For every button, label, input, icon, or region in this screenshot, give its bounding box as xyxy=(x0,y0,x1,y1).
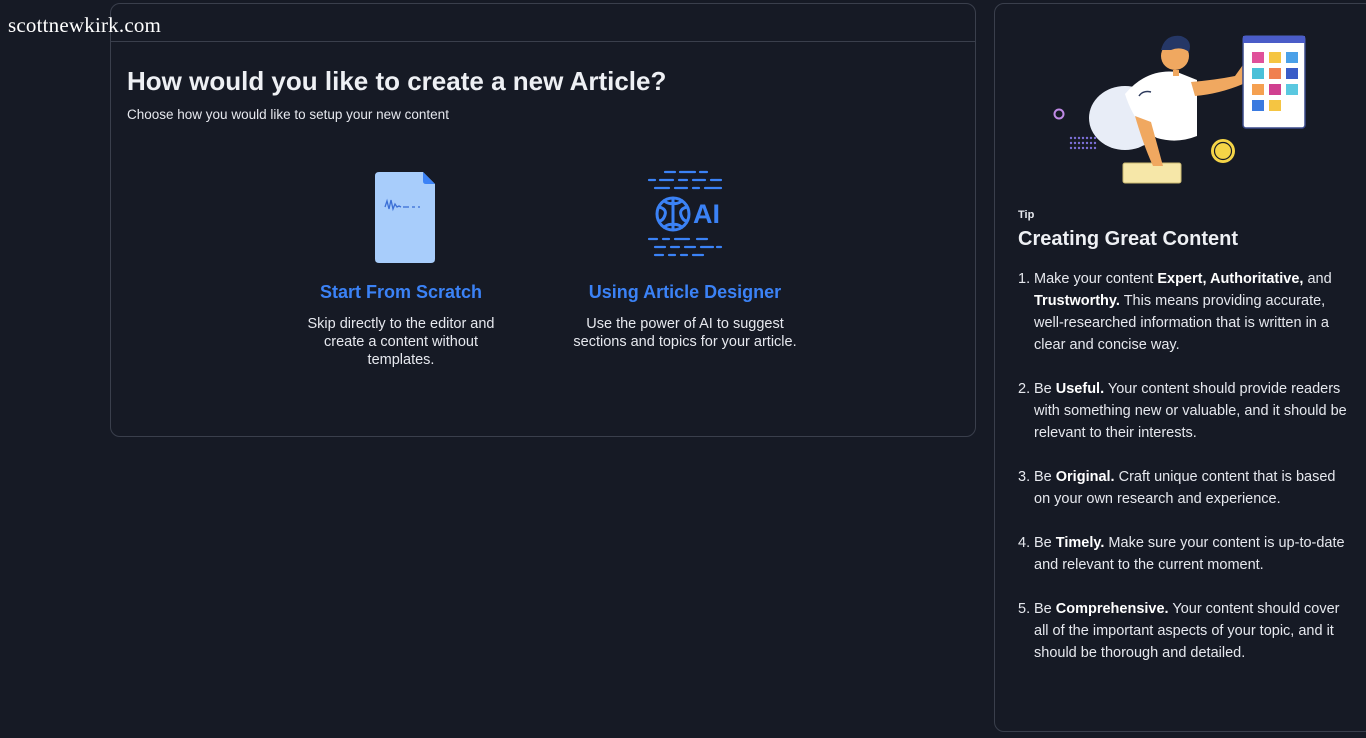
tip-heading: Creating Great Content xyxy=(1018,228,1239,250)
tip-emphasis: Trustworthy. xyxy=(1034,293,1120,309)
page-subtitle: Choose how you would like to setup your … xyxy=(127,107,449,122)
start-from-scratch-title: Start From Scratch xyxy=(319,282,483,302)
card-divider xyxy=(111,41,975,42)
article-designer-title: Using Article Designer xyxy=(588,282,782,302)
tip-emphasis: Original. xyxy=(1055,469,1115,485)
tip-number: 2. xyxy=(1018,381,1031,397)
article-designer-option[interactable]: AI Using Article Designer Use the power … xyxy=(563,169,807,351)
tip-emphasis: Comprehensive. xyxy=(1055,601,1169,617)
watermark: scottnewkirk.com xyxy=(8,13,162,37)
tip-text: Be xyxy=(1034,469,1056,485)
ai-brain-icon: AI xyxy=(563,169,807,265)
start-from-scratch-description: Skip directly to the editor and create a… xyxy=(307,316,495,368)
tip-emphasis: Expert, Authoritative, xyxy=(1157,271,1304,287)
tip-item: 5. Be Comprehensive. Your content should … xyxy=(1018,598,1352,664)
person-dashboard-illustration xyxy=(1047,26,1317,196)
create-article-card: How would you like to create a new Artic… xyxy=(110,3,976,437)
tip-text: and xyxy=(1303,271,1332,287)
tip-number: 3. xyxy=(1018,469,1031,485)
tip-item: 1. Make your content Expert, Authoritativ… xyxy=(1018,268,1352,356)
ai-icon-text: AI xyxy=(693,199,720,229)
start-from-scratch-option[interactable]: Start From Scratch Skip directly to the … xyxy=(295,169,507,369)
tip-number: 5. xyxy=(1018,601,1031,617)
tip-text: Be xyxy=(1034,381,1056,397)
tip-text: Make your content xyxy=(1034,271,1158,287)
tip-number: 1. xyxy=(1018,271,1031,287)
tip-list: 1. Make your content Expert, Authoritativ… xyxy=(1018,268,1352,686)
tip-item: 3. Be Original. Craft unique content that… xyxy=(1018,466,1352,510)
tip-item: 2. Be Useful. Your content should provide… xyxy=(1018,378,1352,444)
document-icon xyxy=(295,169,507,265)
page-title: How would you like to create a new Artic… xyxy=(127,66,667,96)
tip-panel: Tip Creating Great Content 1. Make your c… xyxy=(994,3,1366,732)
article-designer-description: Use the power of AI to suggest sections … xyxy=(573,316,797,350)
tip-text: Be xyxy=(1034,601,1056,617)
tip-text: Be xyxy=(1034,535,1056,551)
tip-emphasis: Timely. xyxy=(1055,535,1105,551)
tip-emphasis: Useful. xyxy=(1055,381,1105,397)
tip-number: 4. xyxy=(1018,535,1031,551)
tip-item: 4. Be Timely. Make sure your content is u… xyxy=(1018,532,1352,576)
tip-label: Tip xyxy=(1018,209,1035,221)
